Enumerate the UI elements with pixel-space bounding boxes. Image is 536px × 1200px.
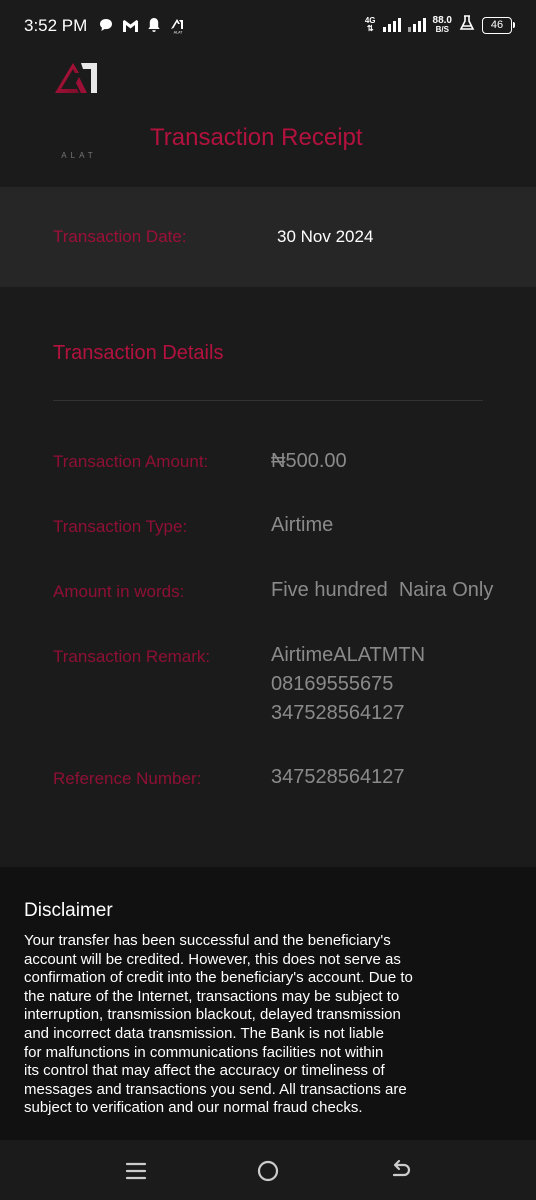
reference-label: Reference Number: (53, 769, 202, 788)
home-icon (257, 1160, 279, 1182)
amount-words-label: Amount in words: (53, 582, 185, 601)
status-time: 3:52 PM (24, 16, 88, 35)
disclaimer-line: account will be credited. However, this … (24, 950, 401, 968)
disclaimer-line: Your transfer has been successful and th… (24, 932, 391, 949)
data-arrows-icon: ⇅ (366, 24, 374, 33)
status-bar: 3:52 PM ALAT 4G ⇅ 88.0 B/S 46 (0, 0, 536, 56)
divider (53, 400, 483, 401)
net-speed-unit: B/S (435, 25, 449, 34)
disclaimer-line: interruption, transmission blackout, del… (24, 1006, 401, 1024)
back-button[interactable] (386, 1156, 416, 1186)
type-value: Airtime (271, 514, 334, 536)
remark-value-line-2: 08169555675 (271, 673, 394, 695)
remark-label: Transaction Remark: (53, 647, 211, 666)
gmail-icon (122, 18, 139, 37)
alat-status-text: ALAT (174, 31, 184, 35)
disclaimer-line: its control that may affect the accuracy… (24, 1062, 385, 1080)
type-label: Transaction Type: (53, 517, 188, 536)
home-button[interactable] (253, 1156, 283, 1186)
disclaimer-line: the nature of the Internet, transactions… (24, 987, 400, 1005)
alat-app-icon: ALAT (169, 16, 187, 38)
amount-words-value: Five hundred Naira Only (271, 579, 494, 601)
disclaimer-line: subject to verification and our normal f… (24, 1099, 363, 1117)
disclaimer-line: for malfunctions in communications facil… (24, 1043, 384, 1061)
disclaimer-body: Your transfer has been successful and th… (24, 932, 494, 1118)
signal-strength-2-icon (407, 18, 426, 32)
remark-value-line-3: 347528564127 (271, 702, 405, 724)
receipt-title: Transaction Receipt (150, 124, 363, 151)
transaction-date-value: 30 Nov 2024 (277, 227, 374, 246)
network-4g: 4G ⇅ (365, 17, 376, 33)
menu-icon (125, 1162, 147, 1180)
details-title: Transaction Details (53, 342, 224, 364)
notification-bell-icon (147, 17, 161, 37)
battery-icon: 46 (482, 16, 515, 34)
reference-value: 347528564127 (271, 766, 405, 788)
alat-logo-icon (55, 63, 97, 93)
amount-value: ₦500.00 (271, 450, 347, 472)
status-left-icons: ALAT (98, 16, 187, 38)
signal-strength-icon (382, 18, 401, 32)
status-right: 4G ⇅ 88.0 B/S 46 (365, 14, 515, 36)
alat-logo-text: ALAT (61, 151, 97, 160)
disclaimer-line: messages and transactions you send. All … (24, 1080, 407, 1098)
menu-button[interactable] (121, 1156, 151, 1186)
chat-bubble-icon (98, 17, 114, 37)
disclaimer-title: Disclaimer (24, 900, 113, 921)
amount-label: Transaction Amount: (53, 452, 209, 471)
disclaimer-line: confirmation of credit into the benefici… (24, 969, 413, 987)
back-icon (392, 1159, 411, 1177)
disclaimer-line: and incorrect data transmission. The Ban… (24, 1024, 384, 1042)
net-speed: 88.0 B/S (433, 16, 452, 34)
remark-value-line-1: AirtimeALATMTN (271, 644, 426, 666)
transaction-date-label: Transaction Date: (53, 227, 187, 246)
flask-icon (459, 14, 475, 36)
